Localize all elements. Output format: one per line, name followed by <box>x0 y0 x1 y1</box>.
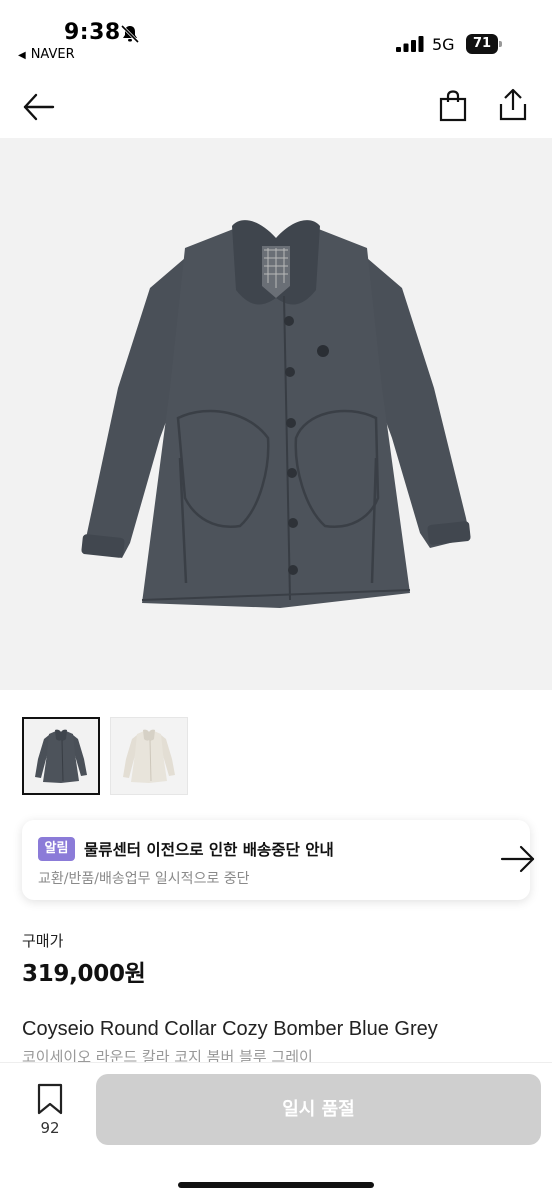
wishlist-count: 92 <box>40 1119 60 1137</box>
back-app-label: NAVER <box>30 47 75 62</box>
price-value: 319,000원 <box>22 961 146 987</box>
arrow-right-icon <box>500 845 535 873</box>
back-arrow-icon[interactable] <box>22 90 56 124</box>
network-type: 5G <box>432 35 455 54</box>
product-name-en: Coyseio Round Collar Cozy Bomber Blue Gr… <box>22 1018 438 1040</box>
shipping-notice-card[interactable]: 알림 물류센터 이전으로 인한 배송중단 안내 교환/반품/배송업무 일시적으로… <box>22 820 535 900</box>
status-time: 9:38 <box>64 20 121 45</box>
thumbnail-cream[interactable] <box>110 717 188 795</box>
battery-icon: 71 <box>466 34 502 54</box>
shopping-bag-icon[interactable] <box>438 90 468 122</box>
notice-badge: 알림 <box>38 837 75 861</box>
status-bar: 9:38 ◀ NAVER 5G 71 <box>0 0 552 72</box>
jacket-cream-thumb-image <box>123 729 175 783</box>
price-label: 구매가 <box>22 932 64 950</box>
sold-out-button[interactable]: 일시 품절 <box>96 1074 541 1145</box>
wishlist-button[interactable]: 92 <box>22 1083 78 1143</box>
product-name-ko: 코이세이오 라운드 칼라 코지 봄버 블루 그레이 <box>22 1048 313 1062</box>
top-nav <box>0 76 552 136</box>
home-indicator[interactable] <box>178 1182 374 1188</box>
notice-subtitle: 교환/반품/배송업무 일시적으로 중단 <box>38 871 250 887</box>
jacket-grey-thumb-image <box>35 729 87 783</box>
back-to-app-link[interactable]: ◀ NAVER <box>18 47 75 62</box>
bottom-action-bar: 92 일시 품절 <box>0 1062 552 1200</box>
jacket-image <box>81 220 471 608</box>
notice-title: 물류센터 이전으로 인한 배송중단 안내 <box>84 841 334 859</box>
battery-level: 71 <box>466 34 498 54</box>
thumbnail-grey[interactable] <box>22 717 100 795</box>
cellular-signal-icon <box>396 36 424 52</box>
back-triangle-icon: ◀ <box>18 50 26 61</box>
bell-muted-icon <box>120 24 140 44</box>
product-main-image[interactable] <box>0 138 552 690</box>
bookmark-icon <box>37 1083 63 1115</box>
share-icon[interactable] <box>498 88 528 122</box>
